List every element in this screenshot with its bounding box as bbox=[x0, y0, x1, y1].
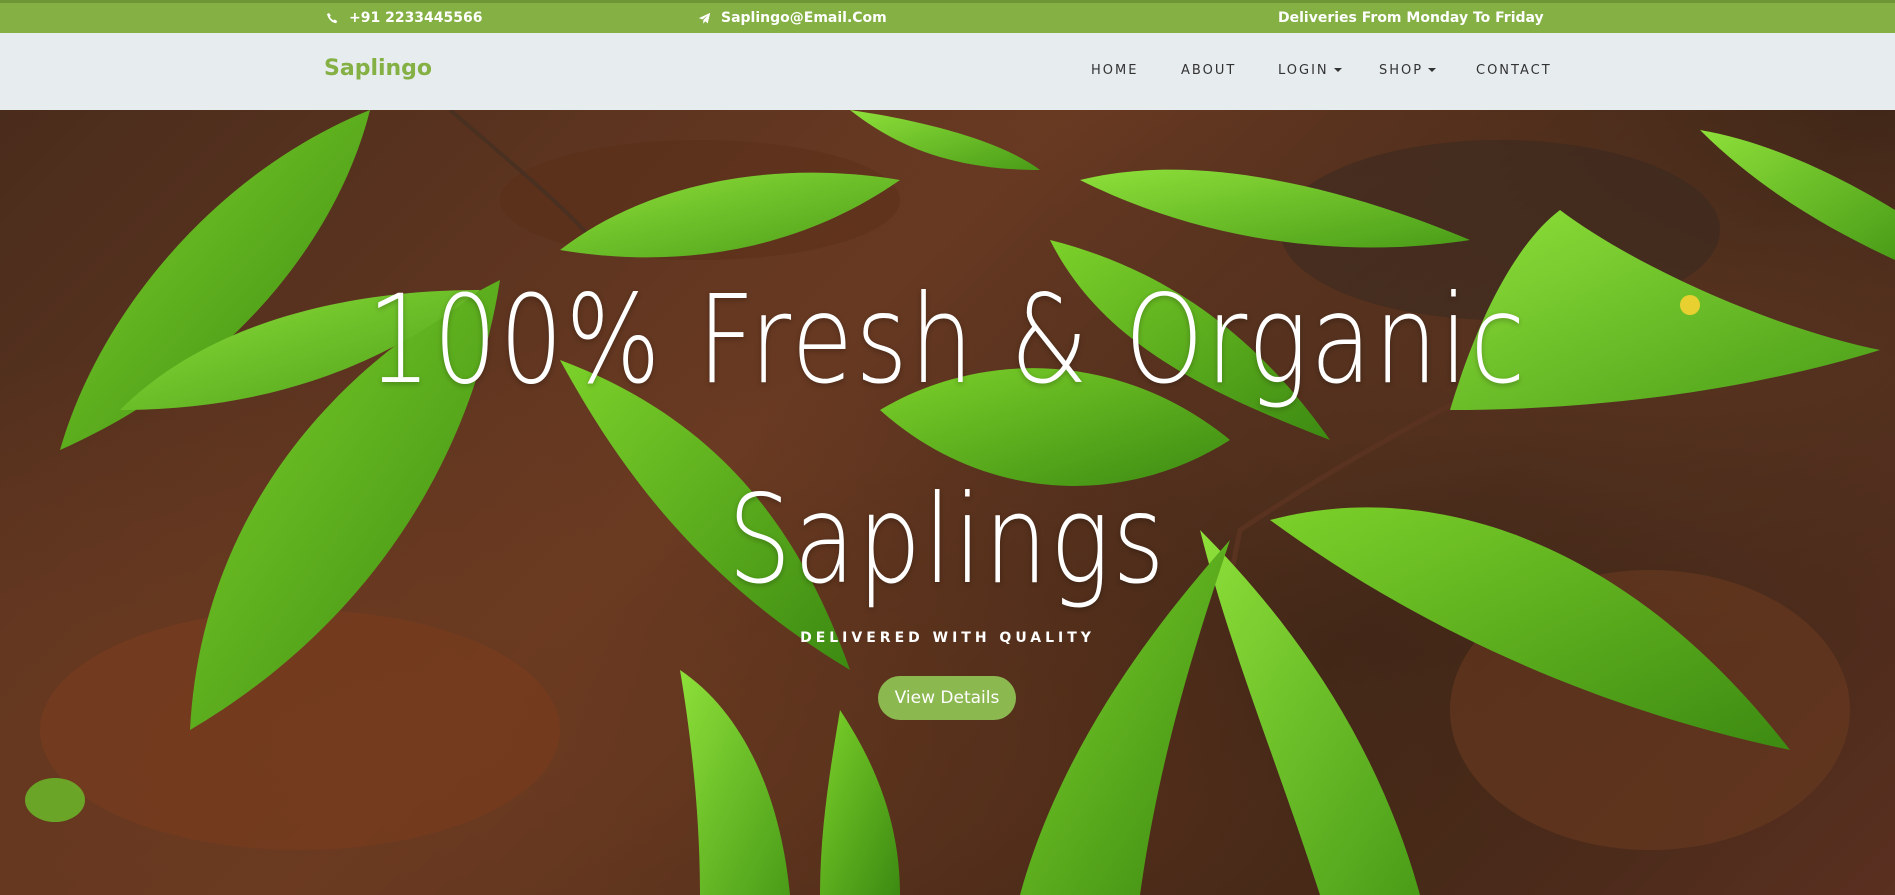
email-address: Saplingo@Email.Com bbox=[721, 10, 887, 26]
hero-title-line2: Saplings bbox=[727, 469, 1168, 611]
hero-section: 100% Fresh & Organic Saplings DELIVERED … bbox=[0, 110, 1895, 895]
main-navbar: Saplingo HOME ABOUT LOGIN SHOP CONTACT bbox=[0, 33, 1895, 110]
delivery-info: Deliveries From Monday To Friday bbox=[1278, 10, 1544, 26]
hero-subtitle: DELIVERED WITH QUALITY bbox=[800, 630, 1095, 646]
phone-number: +91 2233445566 bbox=[349, 10, 483, 26]
email-info[interactable]: Saplingo@Email.Com bbox=[698, 10, 887, 26]
delivery-text: Deliveries From Monday To Friday bbox=[1278, 10, 1544, 26]
hero-title-line1: 100% Fresh & Organic bbox=[367, 269, 1528, 411]
paper-plane-icon bbox=[698, 12, 711, 25]
nav-login-label: LOGIN bbox=[1278, 63, 1329, 78]
nav-about-label: ABOUT bbox=[1181, 63, 1237, 78]
phone-icon bbox=[326, 12, 339, 25]
nav-home[interactable]: HOME bbox=[1091, 63, 1138, 78]
chevron-down-icon bbox=[1428, 67, 1437, 72]
nav-contact[interactable]: CONTACT bbox=[1476, 63, 1552, 78]
view-details-button[interactable]: View Details bbox=[878, 676, 1016, 720]
chevron-down-icon bbox=[1333, 67, 1342, 72]
top-info-bar: +91 2233445566 Saplingo@Email.Com Delive… bbox=[0, 0, 1895, 33]
phone-info[interactable]: +91 2233445566 bbox=[326, 10, 483, 26]
brand-logo[interactable]: Saplingo bbox=[324, 56, 432, 81]
nav-home-label: HOME bbox=[1091, 63, 1139, 78]
nav-login[interactable]: LOGIN bbox=[1278, 63, 1342, 78]
nav-about[interactable]: ABOUT bbox=[1181, 63, 1236, 78]
nav-contact-label: CONTACT bbox=[1476, 63, 1552, 78]
nav-shop[interactable]: SHOP bbox=[1379, 63, 1437, 78]
nav-shop-label: SHOP bbox=[1379, 63, 1424, 78]
